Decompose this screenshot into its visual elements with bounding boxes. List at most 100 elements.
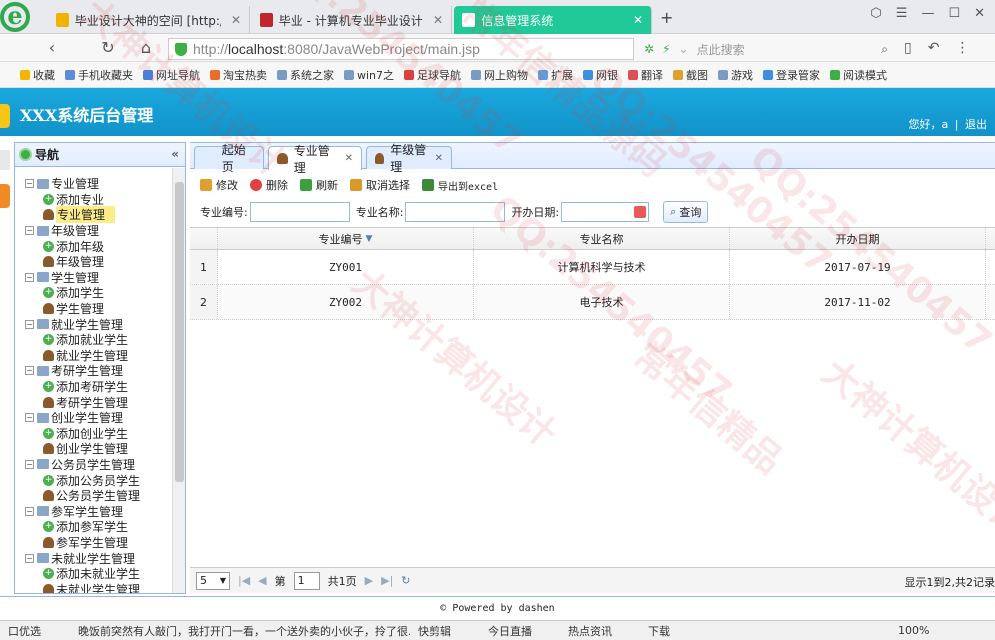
major-code-input[interactable] — [249, 202, 350, 222]
bookmark-item[interactable]: 足球导航 — [404, 67, 461, 83]
bookmark-item[interactable]: 登录管家 — [763, 67, 820, 83]
nav-item[interactable]: + 添加就业学生 — [25, 332, 171, 348]
nav-item[interactable]: + 添加年级 — [25, 238, 171, 254]
nav-item[interactable]: + 添加未就业学生 — [25, 566, 171, 582]
collapse-icon[interactable]: − — [25, 366, 34, 376]
bookmark-item[interactable]: 翻译 — [628, 67, 663, 83]
next-page-icon[interactable]: ▶ — [365, 574, 373, 587]
logout-link[interactable]: 退出 — [965, 118, 987, 131]
nav-item[interactable]: + 添加创业学生 — [25, 426, 171, 442]
bookmark-item[interactable]: 游戏 — [718, 67, 753, 83]
nav-item[interactable]: + 添加考研学生 — [25, 379, 171, 395]
gear-icon[interactable]: ✲ — [644, 42, 654, 56]
reload-icon[interactable]: ↻ — [401, 574, 410, 587]
refresh-button[interactable]: 刷新 — [300, 177, 338, 193]
first-page-icon[interactable]: |◀ — [238, 574, 250, 587]
close-window-icon[interactable]: ✕ — [974, 6, 985, 21]
minimize-icon[interactable]: — — [921, 6, 934, 21]
bookmark-item[interactable]: 网址导航 — [143, 67, 200, 83]
bookmark-item[interactable]: 网上购物 — [471, 67, 528, 83]
nav-item[interactable]: 考研学生管理 — [25, 394, 171, 410]
bookmark-item[interactable]: 截图 — [673, 67, 708, 83]
phone-icon[interactable]: ▯ — [904, 40, 912, 56]
unselect-button[interactable]: 取消选择 — [350, 177, 410, 193]
collapse-icon[interactable]: − — [25, 226, 34, 236]
nav-group[interactable]: − 年级管理 — [25, 223, 171, 239]
collapse-icon[interactable]: − — [25, 413, 34, 423]
more-icon[interactable]: ⋮ — [955, 40, 969, 56]
tab-home[interactable]: 起始页 — [194, 143, 264, 174]
bookmark-item[interactable]: 阅读模式 — [830, 67, 887, 83]
bookmark-item[interactable]: 网银 — [583, 67, 618, 83]
menu-icon[interactable]: ☰ — [896, 6, 908, 21]
nav-group[interactable]: − 参军学生管理 — [25, 503, 171, 519]
bookmark-item[interactable]: win7之 — [344, 67, 394, 83]
nav-item[interactable]: + 添加专业 — [25, 192, 171, 208]
home-icon[interactable]: ⌂ — [136, 38, 156, 57]
tab-major-management[interactable]: 专业管理 ✕ — [268, 144, 362, 175]
nav-item[interactable]: 年级管理 — [25, 254, 171, 270]
collapse-icon[interactable]: − — [25, 179, 34, 189]
nav-scrollbar[interactable] — [172, 168, 185, 593]
status-item[interactable]: 100% — [890, 624, 950, 637]
browser-tab-1[interactable]: 毕业设计大神的空间 [http://28 ✕ — [48, 6, 250, 34]
collapse-icon[interactable]: − — [25, 319, 34, 329]
nav-item[interactable]: 学生管理 — [25, 301, 171, 317]
page-number-input[interactable]: 1 — [293, 571, 320, 590]
back-icon[interactable]: ‹ — [42, 38, 62, 57]
nav-item[interactable]: 未就业学生管理 — [25, 581, 171, 593]
column-header-code[interactable]: 专业编号 ▼ — [218, 228, 474, 249]
major-name-input[interactable] — [405, 202, 506, 222]
column-header-date[interactable]: 开办日期 — [730, 228, 986, 249]
nav-group[interactable]: − 创业学生管理 — [25, 410, 171, 426]
collapse-icon[interactable]: − — [25, 272, 34, 282]
status-item[interactable]: 今日直播 — [480, 623, 560, 639]
reload-icon[interactable]: ↻ — [98, 38, 118, 57]
nav-group[interactable]: − 公务员学生管理 — [25, 457, 171, 473]
nav-group[interactable]: − 学生管理 — [25, 270, 171, 286]
maximize-icon[interactable]: ☐ — [948, 6, 960, 21]
bookmark-item[interactable]: 系统之家 — [277, 67, 334, 83]
close-tab-icon[interactable]: ✕ — [435, 153, 443, 164]
side-widget-icon[interactable] — [0, 184, 10, 208]
status-item[interactable]: 晚饭前突然有人敲门，我打开门一看，一个送外卖的小伙子，拎了很... — [70, 623, 410, 639]
nav-group[interactable]: − 就业学生管理 — [25, 316, 171, 332]
nav-item[interactable]: 公务员学生管理 — [25, 488, 171, 504]
export-excel-button[interactable]: 导出到excel — [422, 178, 498, 193]
status-item[interactable]: 热点资讯 — [560, 623, 640, 639]
bookmark-item[interactable]: 扩展 — [538, 67, 573, 83]
nav-group[interactable]: − 考研学生管理 — [25, 363, 171, 379]
bookmark-item[interactable]: 收藏 — [20, 67, 55, 83]
browser-search-box[interactable]: ✲ ⚡ ⌄ 点此搜索 ⌕ — [640, 38, 894, 60]
search-icon[interactable]: ⌕ — [881, 42, 894, 57]
edit-button[interactable]: 修改 — [200, 177, 238, 193]
nav-group[interactable]: − 专业管理 — [25, 176, 171, 192]
status-item[interactable]: 下载 — [640, 623, 890, 639]
table-row[interactable]: 1 ZY001 计算机科学与技术 2017-07-19 — [190, 250, 995, 285]
browser-tab-active[interactable]: 信息管理系统 ✕ — [454, 6, 652, 34]
prev-page-icon[interactable]: ◀ — [258, 574, 266, 587]
delete-button[interactable]: 删除 — [250, 177, 288, 193]
close-tab-icon[interactable]: ✕ — [633, 13, 643, 27]
tab-grade-management[interactable]: 年级管理 ✕ — [366, 143, 452, 174]
bookmark-item[interactable]: 手机收藏夹 — [65, 67, 133, 83]
collapse-icon[interactable]: − — [25, 553, 34, 563]
collapse-icon[interactable]: − — [25, 506, 34, 516]
nav-item[interactable]: 参军学生管理 — [25, 535, 171, 551]
side-widget-icon[interactable] — [0, 104, 10, 128]
collapse-icon[interactable]: « — [171, 147, 179, 161]
open-date-input[interactable] — [561, 202, 650, 222]
column-header-name[interactable]: 专业名称 — [474, 228, 730, 249]
skin-icon[interactable]: ⬡ — [870, 6, 881, 21]
nav-item[interactable]: 就业学生管理 — [25, 348, 171, 364]
new-tab-button[interactable]: + — [660, 8, 673, 27]
side-widget-icon[interactable] — [0, 150, 10, 170]
browser-tab-2[interactable]: 毕业 - 计算机专业毕业设计源码 ✕ — [252, 6, 452, 34]
nav-item[interactable]: 专业管理 — [25, 206, 171, 224]
nav-item[interactable]: 创业学生管理 — [25, 441, 171, 457]
query-button[interactable]: ⌕ 查询 — [663, 201, 709, 223]
url-field[interactable]: http://localhost:8080/JavaWebProject/mai… — [168, 38, 634, 60]
nav-item[interactable]: + 添加学生 — [25, 285, 171, 301]
nav-group[interactable]: − 未就业学生管理 — [25, 550, 171, 566]
nav-item[interactable]: + 添加参军学生 — [25, 519, 171, 535]
